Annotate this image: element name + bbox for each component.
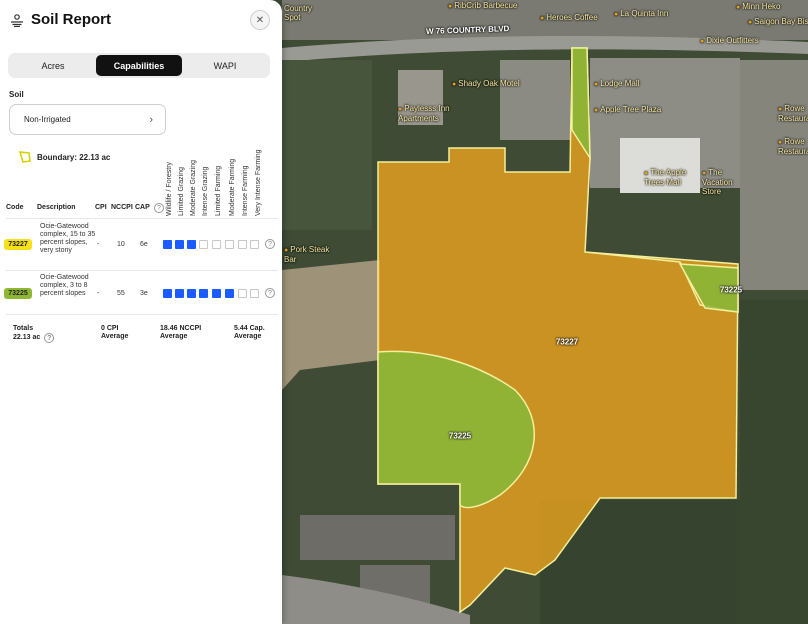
cap-header-limited-farming: Limited Farming [215,165,222,216]
close-icon: ✕ [255,14,265,26]
irrigation-select[interactable]: Non-Irrigated › [9,104,166,135]
boundary-polygon-icon [19,151,31,163]
poi-rowe-restaurant-2[interactable]: Rowe Restaurant [778,137,808,156]
cap-value: 3e [140,290,148,297]
soil-unit-label-73225-east: 73225 [719,285,743,295]
totals-cpi: 0 CPI Average [101,325,128,341]
soil-unit-label-73225-south: 73225 [448,431,472,441]
capability-square-empty [238,289,247,298]
totals-nccpi-value: 18.46 NCCPI [160,325,202,332]
cap-header-intense-farming: Intense Farming [242,165,249,216]
poi-heroes-coffee[interactable]: Heroes Coffee [540,13,597,23]
col-header-description: Description [37,204,76,211]
capability-square-filled [175,289,184,298]
poi-rowe-restaurant-1[interactable]: Rowe Restaurant [778,104,808,123]
poi-pork-steak-bar[interactable]: Pork Steak Bar [284,245,332,264]
cap-header-very-intense-farming: Very Intense Farming [255,149,262,216]
totals-help-icon[interactable]: ? [44,333,55,343]
poi-minn-heko[interactable]: Minn Heko [736,2,780,12]
poi-vacation-store[interactable]: The Vacation Store [702,168,752,196]
report-tabs: Acres Capabilities WAPI [8,53,270,78]
cap-header-intense-grazing: Intense Grazing [202,166,209,216]
nccpi-value: 55 [117,290,125,297]
soil-description: Ocie-Gatewood complex, 3 to 8 percent sl… [40,274,89,297]
capability-square-filled [163,240,172,249]
capability-square-filled [187,289,196,298]
poi-ribcrib[interactable]: RibCrib Barbecue [448,1,517,11]
col-header-cap: CAP [135,204,150,211]
totals-cap-value: 5.44 Cap. [234,325,265,332]
poi-apple-tree-plaza[interactable]: Apple Tree Plaza [594,105,661,115]
poi-paylesss-inn[interactable]: Paylesss Inn Apartments [398,104,452,123]
cap-header-limited-grazing: Limited Grazing [178,166,185,216]
cap-header-moderate-grazing: Moderate Grazing [190,159,197,216]
tab-acres[interactable]: Acres [10,55,96,76]
cap-value: 6e [140,241,148,248]
cap-header-moderate-farming: Moderate Farming [229,158,236,216]
chevron-right-icon: › [149,113,153,126]
cpi-value: - [97,290,100,297]
poi-shady-oak-motel[interactable]: Shady Oak Motel [452,79,519,89]
soil-report-panel: Soil Report ✕ Acres Capabilities WAPI So… [0,0,282,624]
totals-cap: 5.44 Cap. Average [234,325,265,341]
totals-title: Totals [13,325,34,332]
capability-square-filled [163,289,172,298]
capability-square-filled [225,289,234,298]
poi-la-quinta[interactable]: La Quinta Inn [614,9,668,19]
totals-label: Totals 22.13 ac ? [13,325,55,343]
poi-dixie-outfitters[interactable]: Dixie Outfitters [700,36,758,46]
nccpi-value: 10 [117,241,125,248]
soil-description: Ocie-Gatewood complex, 15 to 35 percent … [40,223,96,254]
soil-unit-label-73227: 73227 [555,337,579,347]
totals-cpi-value: 0 CPI [101,325,119,332]
cpi-value: - [97,241,100,248]
poi-country-spot[interactable]: Country Spot [284,4,324,22]
capability-square-filled [187,240,196,249]
cap-header-wildlife-forestry: Wildlife / Forestry [166,161,173,216]
irrigation-select-value: Non-Irrigated [24,115,71,124]
capability-square-filled [199,289,208,298]
table-divider [6,218,278,219]
row-help-icon[interactable]: ? [265,288,275,298]
totals-cpi-sub: Average [101,333,129,340]
row-help-icon[interactable]: ? [265,239,275,249]
col-header-cpi: CPI [95,204,107,211]
panel-header: Soil Report [10,11,111,28]
capability-square-empty [250,289,259,298]
poi-saigon-bay[interactable]: Saigon Bay Bistro [748,17,808,27]
close-button[interactable]: ✕ [250,10,270,30]
soil-code-badge: 73227 [4,239,32,250]
page-title: Soil Report [31,11,112,28]
col-header-nccpi: NCCPI [111,204,133,211]
cap-help-icon[interactable]: ? [154,203,164,213]
tab-wapi[interactable]: WAPI [182,55,268,76]
tab-capabilities[interactable]: Capabilities [96,55,182,76]
boundary-text: Boundary: 22.13 ac [37,152,111,162]
boundary-summary: Boundary: 22.13 ac [19,151,110,163]
capability-square-empty [212,240,221,249]
col-header-code: Code [6,204,24,211]
capability-square-empty [250,240,259,249]
capability-square-filled [175,240,184,249]
totals-acres: 22.13 ac [13,334,41,341]
soil-code-badge: 73225 [4,288,32,299]
soil-field-label: Soil [9,90,24,99]
soil-report-icon [11,13,23,27]
table-divider [6,314,278,315]
capability-square-empty [225,240,234,249]
capability-square-filled [212,289,221,298]
totals-cap-sub: Average [234,333,262,340]
poi-apple-trees-mall[interactable]: The Apple Trees Mall [644,168,694,187]
capability-square-empty [238,240,247,249]
totals-nccpi: 18.46 NCCPI Average [160,325,201,341]
capability-square-empty [199,240,208,249]
table-divider [6,270,278,271]
poi-lodge-mall[interactable]: Lodge Mall [594,79,639,89]
totals-nccpi-sub: Average [160,333,188,340]
